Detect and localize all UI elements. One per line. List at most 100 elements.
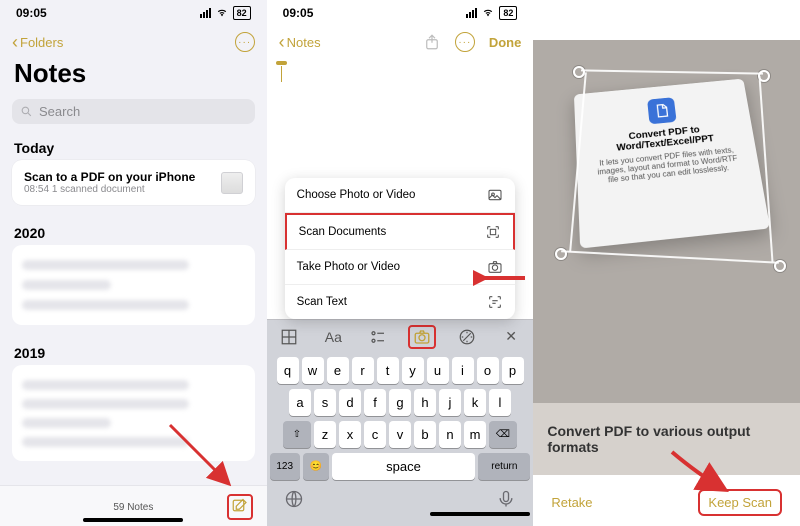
- key-z[interactable]: z: [314, 421, 336, 448]
- keyboard-footer: [270, 485, 531, 511]
- photo-icon: [487, 187, 503, 203]
- retake-button[interactable]: Retake: [551, 495, 592, 510]
- key-g[interactable]: g: [389, 389, 411, 416]
- popup-choose-photo[interactable]: Choose Photo or Video: [285, 178, 516, 213]
- nav-bar: ‹ Folders ···: [0, 26, 267, 58]
- key-d[interactable]: d: [339, 389, 361, 416]
- key-c[interactable]: c: [364, 421, 386, 448]
- keyboard-toolbar: Aa ✕: [267, 319, 534, 353]
- more-button[interactable]: ···: [455, 32, 475, 52]
- notes-count: 59 Notes: [40, 502, 227, 513]
- note-subtitle: 08:54 1 scanned document: [24, 184, 195, 195]
- home-indicator: [430, 512, 530, 516]
- note-card[interactable]: Scan to a PDF on your iPhone 08:54 1 sca…: [12, 160, 255, 205]
- back-label: Folders: [20, 35, 63, 50]
- note-title: Scan to a PDF on your iPhone: [24, 170, 195, 184]
- key-v[interactable]: v: [389, 421, 411, 448]
- note-card-blurred[interactable]: [12, 365, 255, 461]
- format-button[interactable]: Aa: [319, 325, 347, 349]
- return-key[interactable]: return: [478, 453, 530, 480]
- document-thumbnail-icon: [221, 172, 243, 194]
- keyboard-row-2: asdfghjkl: [270, 389, 531, 416]
- key-w[interactable]: w: [302, 357, 324, 384]
- checklist-button[interactable]: [364, 325, 392, 349]
- status-right: 82: [200, 6, 251, 20]
- editor-area[interactable]: Choose Photo or Video Scan Documents Tak…: [267, 58, 534, 319]
- key-e[interactable]: e: [327, 357, 349, 384]
- globe-icon[interactable]: [284, 489, 304, 509]
- status-bar: 09:05 82: [0, 0, 267, 26]
- compose-icon: [231, 498, 249, 516]
- key-x[interactable]: x: [339, 421, 361, 448]
- key-i[interactable]: i: [452, 357, 474, 384]
- keyboard-row-3: ⇧ zxcvbnm ⌫: [270, 421, 531, 448]
- key-h[interactable]: h: [414, 389, 436, 416]
- search-placeholder: Search: [39, 104, 80, 119]
- phone-scan-preview: Convert PDF to Word/Text/Excel/PPT It le…: [533, 0, 800, 526]
- key-b[interactable]: b: [414, 421, 436, 448]
- table-button[interactable]: [275, 325, 303, 349]
- close-toolbar-button[interactable]: ✕: [497, 325, 525, 349]
- key-l[interactable]: l: [489, 389, 511, 416]
- search-input[interactable]: Search: [12, 99, 255, 124]
- space-key[interactable]: space: [332, 453, 476, 480]
- status-time: 09:05: [16, 6, 47, 20]
- key-s[interactable]: s: [314, 389, 336, 416]
- crop-edge: [581, 69, 763, 74]
- home-indicator: [83, 518, 183, 522]
- note-card-blurred[interactable]: [12, 245, 255, 325]
- popup-scan-documents[interactable]: Scan Documents: [285, 213, 516, 250]
- cellular-icon: [466, 8, 477, 18]
- compose-button[interactable]: [227, 494, 253, 520]
- done-button[interactable]: Done: [489, 35, 522, 50]
- key-y[interactable]: y: [402, 357, 424, 384]
- search-icon: [20, 105, 33, 118]
- popup-take-photo[interactable]: Take Photo or Video: [285, 250, 516, 285]
- key-o[interactable]: o: [477, 357, 499, 384]
- attachment-popup: Choose Photo or Video Scan Documents Tak…: [285, 178, 516, 319]
- popup-scan-text[interactable]: Scan Text: [285, 285, 516, 319]
- back-button[interactable]: ‹ Folders: [12, 35, 63, 50]
- status-time: 09:05: [283, 6, 314, 20]
- key-t[interactable]: t: [377, 357, 399, 384]
- key-f[interactable]: f: [364, 389, 386, 416]
- wifi-icon: [215, 8, 229, 18]
- scan-actions: Retake Keep Scan: [533, 475, 800, 526]
- share-button[interactable]: [423, 33, 441, 51]
- section-2020: 2020: [0, 219, 267, 245]
- status-right: 82: [466, 6, 517, 20]
- doc-banner: Convert PDF to various output formats: [533, 403, 800, 475]
- pdf-app-icon: [647, 97, 677, 124]
- keep-scan-button[interactable]: Keep Scan: [698, 489, 782, 516]
- keyboard-row-1: qwertyuiop: [270, 357, 531, 384]
- key-a[interactable]: a: [289, 389, 311, 416]
- key-p[interactable]: p: [502, 357, 524, 384]
- key-r[interactable]: r: [352, 357, 374, 384]
- wifi-icon: [481, 8, 495, 18]
- section-2019: 2019: [0, 339, 267, 365]
- crop-edge: [758, 76, 772, 262]
- key-m[interactable]: m: [464, 421, 486, 448]
- numeric-key[interactable]: 123: [270, 453, 300, 480]
- battery-icon: 82: [233, 6, 251, 20]
- keyboard: qwertyuiop asdfghjkl ⇧ zxcvbnm ⌫ 123 😊 s…: [267, 353, 534, 526]
- markup-button[interactable]: [453, 325, 481, 349]
- battery-icon: 82: [499, 6, 517, 20]
- phone-notes-list: 09:05 82 ‹ Folders ··· Notes Search Toda…: [0, 0, 267, 526]
- emoji-key[interactable]: 😊: [303, 453, 329, 480]
- camera-toolbar-button[interactable]: [408, 325, 436, 349]
- key-n[interactable]: n: [439, 421, 461, 448]
- scan-text-icon: [487, 294, 503, 310]
- key-k[interactable]: k: [464, 389, 486, 416]
- key-q[interactable]: q: [277, 357, 299, 384]
- scan-preview[interactable]: Convert PDF to Word/Text/Excel/PPT It le…: [533, 40, 800, 475]
- back-button[interactable]: ‹ Notes: [279, 35, 321, 50]
- key-u[interactable]: u: [427, 357, 449, 384]
- key-j[interactable]: j: [439, 389, 461, 416]
- mic-icon[interactable]: [496, 489, 516, 509]
- backspace-key[interactable]: ⌫: [489, 421, 517, 448]
- scan-document-icon: [485, 224, 501, 240]
- shift-key[interactable]: ⇧: [283, 421, 311, 448]
- more-button[interactable]: ···: [235, 32, 255, 52]
- scanned-document: Convert PDF to Word/Text/Excel/PPT It le…: [574, 79, 770, 249]
